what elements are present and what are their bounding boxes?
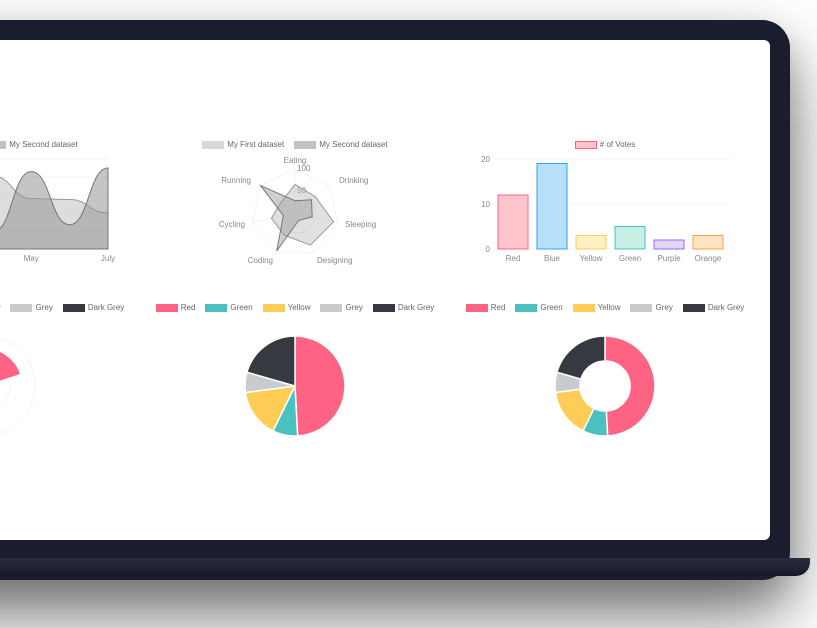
legend-item[interactable]: Yellow <box>573 303 621 312</box>
legend-label: # of Votes <box>600 140 636 149</box>
x-tick: July <box>101 254 115 263</box>
dashboard-screen: My First dataset My Second dataset 100 8… <box>0 40 770 540</box>
x-tick: Purple <box>657 254 681 263</box>
legend-label: Dark Grey <box>398 303 434 312</box>
legend-item[interactable]: # of Votes <box>575 140 636 149</box>
polar-area-svg: 200 400 <box>0 316 120 446</box>
radar-cat: Eating <box>284 156 307 165</box>
chart-row-2: Red Green Yellow Grey Dark Grey 200 400 <box>0 303 750 446</box>
bar <box>615 227 645 250</box>
radar-cat: Cycling <box>219 220 245 229</box>
doughnut-slice <box>605 336 655 436</box>
laptop-base <box>0 558 810 576</box>
radar-cat: Sleeping <box>345 220 376 229</box>
pie-legend: Red Green Yellow Grey Dark Grey <box>156 303 435 312</box>
legend-item[interactable]: Red <box>466 303 506 312</box>
x-tick: Yellow <box>580 254 603 263</box>
area-series-2 <box>0 168 108 249</box>
legend-item[interactable]: Red <box>156 303 196 312</box>
radar-chart: My First dataset My Second dataset 50 10… <box>150 140 440 273</box>
bar-chart-svg: 20 10 0 Red Blue Yellow Green Purple <box>470 153 740 273</box>
radar-cat: Coding <box>248 256 273 265</box>
legend-label: Dark Grey <box>708 303 744 312</box>
x-tick: Red <box>506 254 521 263</box>
polar-slice <box>0 349 21 387</box>
y-tick: 10 <box>481 200 490 209</box>
legend-label: Grey <box>655 303 672 312</box>
radar-cat: Drinking <box>339 176 368 185</box>
y-tick: 0 <box>486 245 491 254</box>
chart-row-1: My First dataset My Second dataset 100 8… <box>0 140 750 273</box>
x-tick: May <box>24 254 39 263</box>
polar-area-chart: Red Green Yellow Grey Dark Grey 200 400 <box>0 303 130 446</box>
area-chart-svg: 100 80 60 40 20 0 January March May July <box>0 153 120 273</box>
radar-chart-svg: 50 100 Eating Drinking Sleeping Designin… <box>160 153 430 273</box>
doughnut-legend: Red Green Yellow Grey Dark Grey <box>466 303 745 312</box>
doughnut-chart-svg <box>470 316 740 446</box>
r-tick: 100 <box>297 164 311 173</box>
legend-label: Red <box>491 303 506 312</box>
legend-item[interactable]: Grey <box>630 303 672 312</box>
bar <box>654 240 684 249</box>
legend-item[interactable]: Yellow <box>263 303 311 312</box>
area-chart: My First dataset My Second dataset 100 8… <box>0 140 130 273</box>
legend-item[interactable]: Dark Grey <box>373 303 434 312</box>
x-tick: Green <box>619 254 641 263</box>
x-tick: Orange <box>695 254 722 263</box>
bar-chart-legend: # of Votes <box>575 140 636 149</box>
pie-chart: Red Green Yellow Grey Dark Grey <box>150 303 440 446</box>
radar-cat: Designing <box>317 256 353 265</box>
bar <box>537 164 567 250</box>
legend-item[interactable]: Green <box>515 303 562 312</box>
legend-item[interactable]: Green <box>205 303 252 312</box>
legend-label: Red <box>181 303 196 312</box>
bar <box>693 236 723 250</box>
radar-cat: Running <box>221 176 251 185</box>
legend-label: My First dataset <box>227 140 284 149</box>
legend-label: Green <box>230 303 252 312</box>
bar-chart: # of Votes 20 10 0 <box>460 140 750 273</box>
legend-item[interactable]: Grey <box>10 303 52 312</box>
radar-chart-legend: My First dataset My Second dataset <box>202 140 387 149</box>
area-chart-legend: My First dataset My Second dataset <box>0 140 78 149</box>
legend-label: Yellow <box>598 303 621 312</box>
bar <box>498 195 528 249</box>
legend-label: Grey <box>345 303 362 312</box>
legend-item[interactable]: My Second dataset <box>294 140 387 149</box>
x-tick: Blue <box>544 254 561 263</box>
legend-item[interactable]: Dark Grey <box>683 303 744 312</box>
legend-label: Dark Grey <box>88 303 124 312</box>
legend-label: Yellow <box>288 303 311 312</box>
pie-chart-svg <box>160 316 430 446</box>
legend-item[interactable]: Grey <box>320 303 362 312</box>
legend-label: My Second dataset <box>9 140 77 149</box>
doughnut-chart: Red Green Yellow Grey Dark Grey <box>460 303 750 446</box>
pie-slice <box>295 336 345 436</box>
bar <box>576 236 606 250</box>
legend-item[interactable]: Dark Grey <box>63 303 124 312</box>
legend-label: Grey <box>35 303 52 312</box>
legend-item[interactable]: My First dataset <box>202 140 284 149</box>
y-tick: 20 <box>481 155 490 164</box>
legend-item[interactable]: My Second dataset <box>0 140 78 149</box>
doughnut-slice <box>557 336 605 379</box>
polar-legend: Red Green Yellow Grey Dark Grey <box>0 303 124 312</box>
legend-label: My Second dataset <box>319 140 387 149</box>
legend-label: Green <box>540 303 562 312</box>
